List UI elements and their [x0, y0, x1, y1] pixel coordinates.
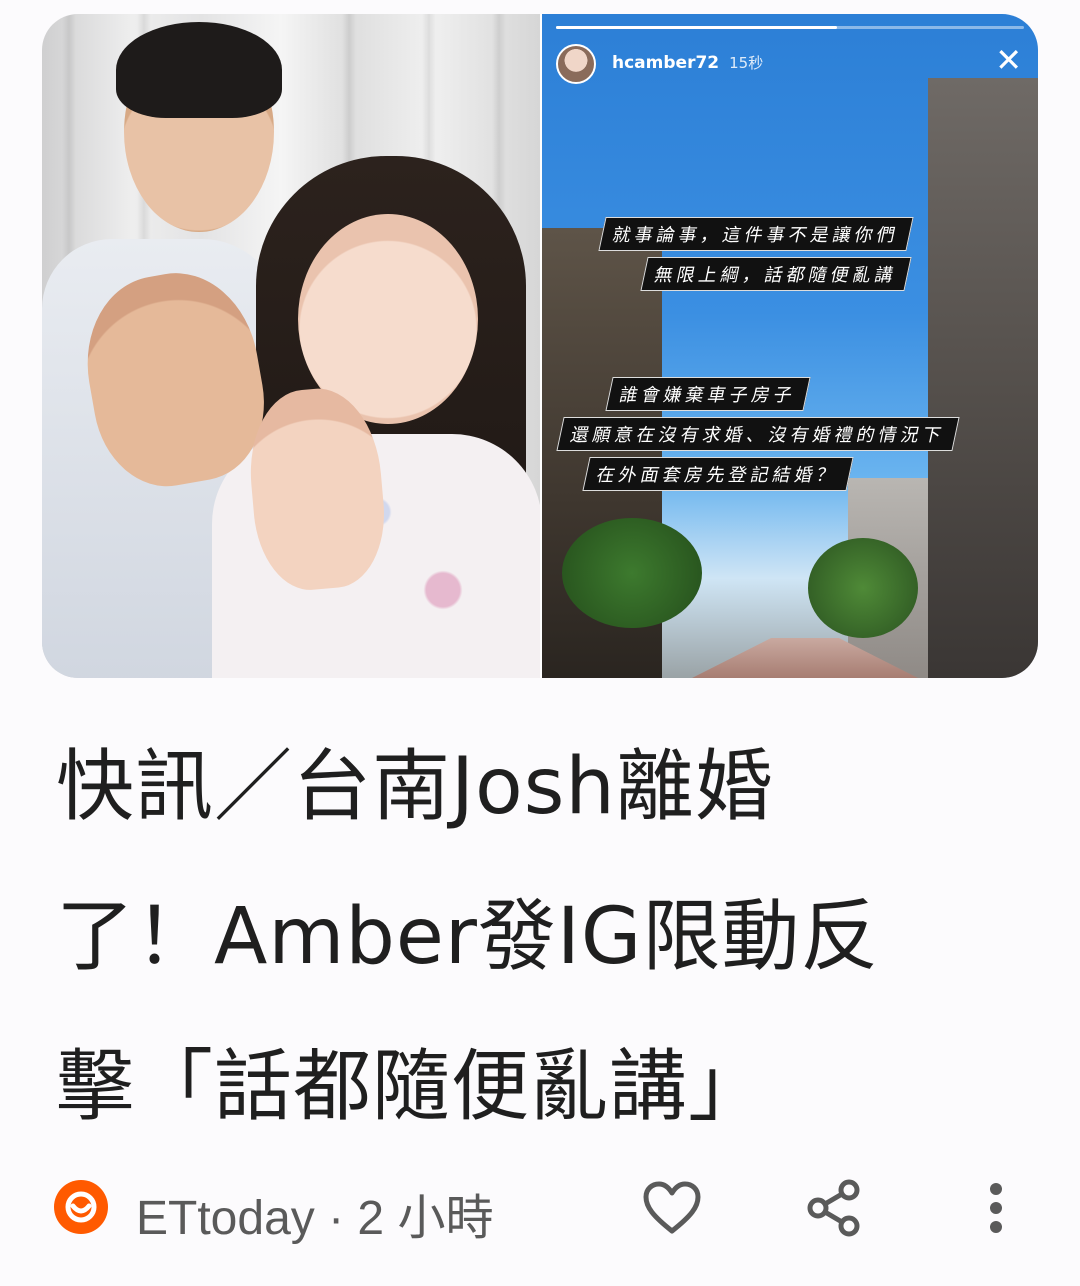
story-avatar: [556, 44, 596, 84]
story-username: hcamber72 15秒: [612, 53, 764, 73]
article-meta-row: ETtoday · 2 小時: [54, 1176, 1034, 1245]
ig-story-screenshot: hcamber72 15秒 ✕ 就事論事，這件事不是讓你們 無限上綱，話都隨便亂講…: [542, 14, 1038, 678]
headline-line: 了！Amber發IG限動反: [56, 892, 880, 982]
article-headline[interactable]: 快訊／台南Josh離婚 了！Amber發IG限動反 擊「話都隨便亂講」: [56, 712, 976, 1162]
couple-photo: [42, 14, 540, 678]
meta-separator: ·: [314, 1192, 358, 1245]
like-button[interactable]: [640, 1176, 704, 1240]
story-progress-bar: [556, 26, 1024, 29]
headline-line: 擊「話都隨便亂講」: [56, 1042, 768, 1132]
close-icon: ✕: [995, 41, 1022, 79]
source-name[interactable]: ETtoday: [136, 1192, 315, 1245]
more-options-button[interactable]: [964, 1176, 1028, 1240]
news-card[interactable]: hcamber72 15秒 ✕ 就事論事，這件事不是讓你們 無限上綱，話都隨便亂講…: [0, 0, 1080, 1286]
article-image[interactable]: hcamber72 15秒 ✕ 就事論事，這件事不是讓你們 無限上綱，話都隨便亂講…: [42, 14, 1038, 678]
source-and-age: ETtoday · 2 小時: [136, 1178, 493, 1248]
share-button[interactable]: [802, 1176, 866, 1240]
story-time: 15秒: [729, 54, 764, 72]
article-age: 2 小時: [357, 1192, 494, 1245]
heart-icon: [643, 1181, 701, 1234]
ettoday-logo-icon: [54, 1180, 108, 1234]
share-icon: [807, 1179, 860, 1237]
headline-line: 快訊／台南Josh離婚: [56, 742, 774, 832]
story-caption-top: 就事論事，這件事不是讓你們 無限上綱，話都隨便亂講: [598, 214, 914, 294]
more-vert-icon: [990, 1183, 1002, 1233]
story-caption-bottom: 誰會嫌棄車子房子 還願意在沒有求婚、沒有婚禮的情況下 在外面套房先登記結婚？: [556, 374, 960, 494]
